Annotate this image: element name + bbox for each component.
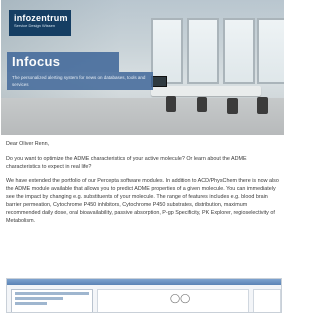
hero-chair xyxy=(257,97,268,114)
letter-body: Dear Oliver Renn, Do you want to optimiz… xyxy=(6,140,281,231)
preview-toolbar xyxy=(7,279,281,285)
logo-text: infozentrum xyxy=(14,13,68,23)
preview-tree-row xyxy=(15,302,47,305)
preview-tree-row xyxy=(15,292,89,295)
molecule-structure-icon: ◯◯ xyxy=(170,294,191,304)
hero-window-pane xyxy=(223,18,255,84)
paragraph-intro: Do you want to optimize the ADME charact… xyxy=(6,156,247,170)
hero-chair xyxy=(197,97,207,112)
hero-window-pane xyxy=(187,18,219,84)
hero-window-pane xyxy=(257,18,284,84)
infozentrum-logo[interactable]: infozentrum Service Design Wissen xyxy=(9,10,71,36)
hero-floor xyxy=(1,98,284,135)
preview-structure-panel: ◯◯ xyxy=(97,289,249,312)
hero-chair xyxy=(166,96,176,112)
banner-tagline: The personalized alerting system for new… xyxy=(7,72,153,90)
hero-chair xyxy=(227,98,238,114)
paragraph-details: We have extended the portfolio of our Pe… xyxy=(6,178,279,224)
hero-banner: infozentrum Service Design Wissen Infocu… xyxy=(1,0,284,135)
preview-navigation-panel xyxy=(11,289,93,312)
logo-subtitle: Service Design Wissen xyxy=(14,23,56,28)
hero-window-pane xyxy=(151,18,183,84)
greeting: Dear Oliver Renn, xyxy=(6,141,50,147)
preview-tree-row xyxy=(15,297,63,300)
hero-monitor xyxy=(151,76,167,87)
hero-conference-table xyxy=(151,86,261,96)
infocus-banner: Infocus xyxy=(7,52,119,72)
software-screenshot-preview[interactable]: ◯◯ xyxy=(6,278,282,313)
banner-title: Infocus xyxy=(12,54,61,69)
preview-results-panel xyxy=(253,289,281,312)
